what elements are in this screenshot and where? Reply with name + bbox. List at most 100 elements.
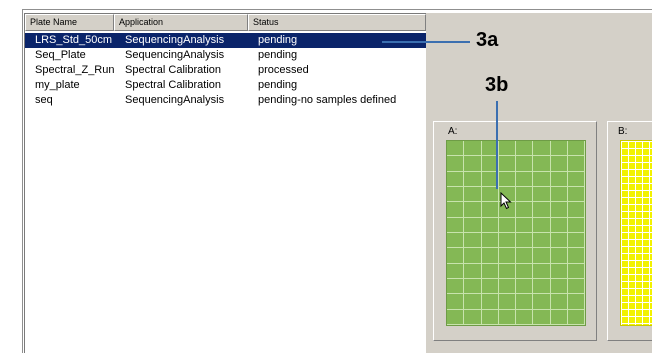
plate-well[interactable] xyxy=(481,294,499,310)
plate-well[interactable] xyxy=(516,248,534,264)
plate-well[interactable] xyxy=(533,141,551,157)
table-row[interactable]: Spectral_Z_Run Spectral Calibration proc… xyxy=(25,63,426,78)
plate-well[interactable] xyxy=(567,156,585,172)
plate-a-well-grid[interactable] xyxy=(446,140,586,326)
plate-well[interactable] xyxy=(516,294,534,310)
plate-well[interactable] xyxy=(567,263,585,279)
plate-well[interactable] xyxy=(447,232,465,249)
plate-well[interactable] xyxy=(567,171,585,187)
plate-well[interactable] xyxy=(567,309,585,325)
plate-well[interactable] xyxy=(516,309,534,325)
plate-well[interactable] xyxy=(516,171,534,187)
plate-well[interactable] xyxy=(464,248,482,264)
plate-well[interactable] xyxy=(481,248,499,264)
plate-well[interactable] xyxy=(464,186,482,203)
plate-well[interactable] xyxy=(516,141,534,157)
plate-well[interactable] xyxy=(447,278,465,295)
plate-well[interactable] xyxy=(464,141,482,157)
plate-well[interactable] xyxy=(498,232,516,249)
plate-well[interactable] xyxy=(447,141,465,157)
plate-well[interactable] xyxy=(550,141,568,157)
plate-well[interactable] xyxy=(516,278,534,295)
plate-well[interactable] xyxy=(533,248,551,264)
plate-well[interactable] xyxy=(567,202,585,218)
plate-well[interactable] xyxy=(481,186,499,203)
plate-well[interactable] xyxy=(447,186,465,203)
plate-well[interactable] xyxy=(550,278,568,295)
plate-well[interactable] xyxy=(550,263,568,279)
plate-well[interactable] xyxy=(498,263,516,279)
plate-well[interactable] xyxy=(516,263,534,279)
plate-well[interactable] xyxy=(550,248,568,264)
plate-well[interactable] xyxy=(567,278,585,295)
plate-well[interactable] xyxy=(533,217,551,233)
plate-well[interactable] xyxy=(550,232,568,249)
plate-well[interactable] xyxy=(533,186,551,203)
plate-well[interactable] xyxy=(516,217,534,233)
plate-well[interactable] xyxy=(464,156,482,172)
plate-well[interactable] xyxy=(567,232,585,249)
plate-well[interactable] xyxy=(550,309,568,325)
plate-well[interactable] xyxy=(516,232,534,249)
plate-well[interactable] xyxy=(481,309,499,325)
plate-well[interactable] xyxy=(498,309,516,325)
plate-well[interactable] xyxy=(533,171,551,187)
plate-well[interactable] xyxy=(550,186,568,203)
table-row[interactable]: LRS_Std_50cm SequencingAnalysis pending xyxy=(25,33,426,48)
plate-well[interactable] xyxy=(464,217,482,233)
plate-well[interactable] xyxy=(498,248,516,264)
plate-well[interactable] xyxy=(533,156,551,172)
plate-well[interactable] xyxy=(567,217,585,233)
plate-well[interactable] xyxy=(464,278,482,295)
plate-well[interactable] xyxy=(481,278,499,295)
plate-well[interactable] xyxy=(533,202,551,218)
plate-well[interactable] xyxy=(498,156,516,172)
plate-well[interactable] xyxy=(498,217,516,233)
plate-well[interactable] xyxy=(550,171,568,187)
table-row[interactable]: seq SequencingAnalysis pending-no sample… xyxy=(25,93,426,108)
plate-well[interactable] xyxy=(481,202,499,218)
plate-well[interactable] xyxy=(464,171,482,187)
plate-well[interactable] xyxy=(567,294,585,310)
plate-well[interactable] xyxy=(464,294,482,310)
plate-well[interactable] xyxy=(464,263,482,279)
plate-well[interactable] xyxy=(498,278,516,295)
column-header-plate-name[interactable]: Plate Name xyxy=(25,14,114,31)
plate-well[interactable] xyxy=(481,263,499,279)
plate-well[interactable] xyxy=(533,278,551,295)
plate-well[interactable] xyxy=(533,232,551,249)
plate-well[interactable] xyxy=(447,171,465,187)
plate-well[interactable] xyxy=(464,309,482,325)
plate-well[interactable] xyxy=(498,171,516,187)
plate-well[interactable] xyxy=(481,232,499,249)
plate-well[interactable] xyxy=(481,217,499,233)
plate-well[interactable] xyxy=(516,156,534,172)
plate-well[interactable] xyxy=(550,156,568,172)
table-row[interactable]: my_plate Spectral Calibration pending xyxy=(25,78,426,93)
plate-well[interactable] xyxy=(533,294,551,310)
plate-well[interactable] xyxy=(498,141,516,157)
plate-well[interactable] xyxy=(447,294,465,310)
plate-well[interactable] xyxy=(464,202,482,218)
plate-well[interactable] xyxy=(550,217,568,233)
plate-well[interactable] xyxy=(464,232,482,249)
column-header-status[interactable]: Status xyxy=(248,14,426,31)
plate-well[interactable] xyxy=(567,141,585,157)
plate-well[interactable] xyxy=(447,309,465,325)
plate-well[interactable] xyxy=(567,248,585,264)
plate-b-well-grid[interactable] xyxy=(620,140,652,326)
plate-well[interactable] xyxy=(533,263,551,279)
plate-well[interactable] xyxy=(567,186,585,203)
plate-well[interactable] xyxy=(498,294,516,310)
plate-well[interactable] xyxy=(447,217,465,233)
plate-well[interactable] xyxy=(516,186,534,203)
plate-well[interactable] xyxy=(550,202,568,218)
table-row[interactable]: Seq_Plate SequencingAnalysis pending xyxy=(25,48,426,63)
plate-well[interactable] xyxy=(447,156,465,172)
plate-list[interactable]: Plate Name Application Status LRS_Std_50… xyxy=(24,13,426,353)
column-header-application[interactable]: Application xyxy=(114,14,248,31)
plate-well[interactable] xyxy=(447,248,465,264)
plate-well[interactable] xyxy=(533,309,551,325)
plate-well[interactable] xyxy=(447,202,465,218)
plate-well[interactable] xyxy=(516,202,534,218)
